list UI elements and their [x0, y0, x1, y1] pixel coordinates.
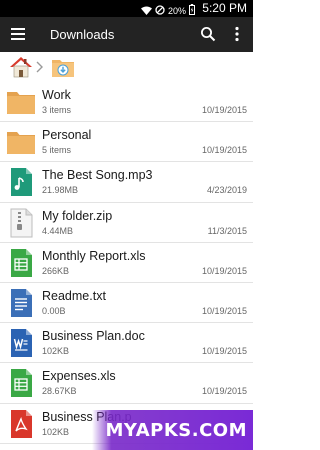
file-row[interactable]: Business Plan.doc 102KB 10/19/2015: [0, 323, 253, 364]
file-date: 10/19/2015: [201, 145, 247, 156]
file-name: My folder.zip: [42, 208, 113, 223]
pdf-file-icon: [6, 409, 36, 439]
home-icon[interactable]: [9, 56, 33, 78]
downloads-folder-icon[interactable]: [51, 55, 75, 79]
clock: 5:20 PM: [202, 1, 247, 15]
file-name: Work: [42, 88, 71, 102]
watermark: MYAPKS.COM: [92, 410, 253, 450]
file-name: Expenses.xls: [42, 369, 116, 384]
file-manager-screen: 20% 5:20 PM Downloads Work 3 items 10/19…: [0, 0, 253, 450]
text-file-icon: [6, 288, 36, 318]
file-row[interactable]: Expenses.xls 28.67KB 10/19/2015: [0, 363, 253, 404]
file-list: Work 3 items 10/19/2015 Personal 5 items 10/1…: [0, 82, 253, 444]
file-detail: 3 items: [42, 105, 72, 115]
file-date: 10/19/2015: [201, 346, 247, 357]
folder-icon: [6, 87, 36, 117]
audio-file-icon: [6, 167, 36, 197]
file-detail: 4.44MB: [42, 225, 74, 236]
spreadsheet-file-icon: [6, 248, 36, 278]
file-date: 11/3/2015: [207, 225, 247, 236]
page-title: Downloads: [50, 27, 115, 42]
menu-icon[interactable]: [11, 28, 25, 40]
file-row[interactable]: Personal 5 items 10/19/2015: [0, 122, 253, 163]
file-date: 10/19/2015: [201, 265, 247, 276]
file-date: 10/19/2015: [201, 105, 247, 115]
file-detail: 5 items: [42, 145, 72, 156]
file-detail: 28.67KB: [42, 386, 77, 397]
file-date: 10/19/2015: [201, 305, 247, 316]
file-name: Monthly Report.xls: [42, 248, 146, 263]
word-document-icon: [6, 328, 36, 358]
status-bar: 20% 5:20 PM: [0, 0, 253, 17]
file-row[interactable]: Monthly Report.xls 266KB 10/19/2015: [0, 243, 253, 283]
file-row[interactable]: The Best Song.mp3 21.98MB 4/23/2019: [0, 162, 253, 203]
chevron-right-icon: [36, 61, 43, 73]
file-date: 4/23/2019: [206, 185, 247, 196]
file-detail: 21.98MB: [42, 185, 79, 196]
breadcrumb: [0, 52, 253, 82]
zip-file-icon: [6, 208, 36, 238]
file-row[interactable]: My folder.zip 4.44MB 11/3/2015: [0, 203, 253, 243]
spreadsheet-file-icon: [6, 368, 36, 398]
file-row[interactable]: Readme.txt 0.00B 10/19/2015: [0, 283, 253, 324]
battery-percent: 20%: [167, 5, 186, 16]
file-detail: 102KB: [42, 346, 70, 357]
app-bar: Downloads: [0, 17, 253, 52]
watermark-text: MYAPKS.COM: [105, 419, 247, 441]
file-name: Personal: [42, 128, 92, 143]
file-row[interactable]: Work 3 items 10/19/2015: [0, 82, 253, 123]
file-name: Readme.txt: [42, 288, 106, 303]
file-detail: 0.00B: [42, 305, 66, 316]
file-name: The Best Song.mp3: [42, 168, 153, 183]
search-icon[interactable]: [200, 26, 216, 42]
file-name: Business Plan.doc: [42, 329, 145, 344]
file-detail: 266KB: [42, 265, 70, 276]
more-vert-icon[interactable]: [230, 26, 244, 42]
folder-icon: [6, 127, 36, 157]
file-detail: 102KB: [42, 426, 70, 437]
file-date: 10/19/2015: [201, 386, 247, 397]
